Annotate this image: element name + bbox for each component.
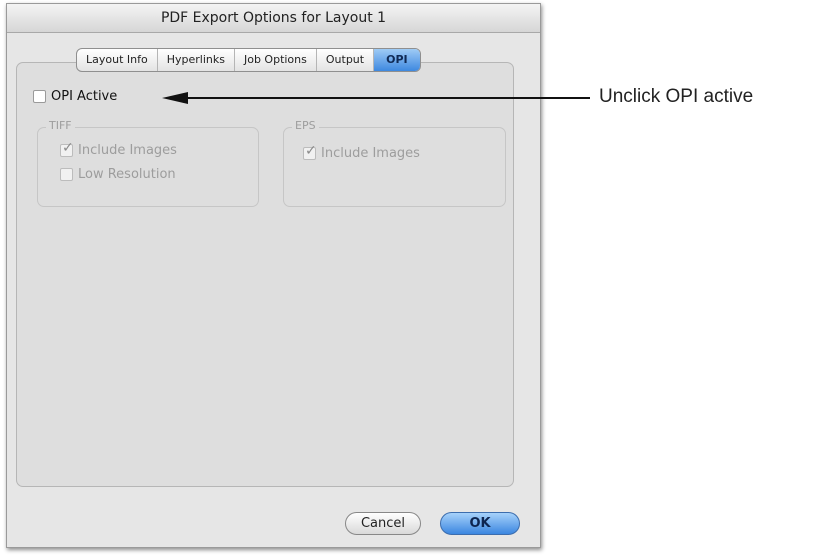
tab-job-options[interactable]: Job Options: [235, 49, 317, 71]
ok-button[interactable]: OK: [440, 512, 520, 535]
tiff-group-title: TIFF: [46, 119, 75, 132]
eps-include-images-option: ✓ Include Images: [303, 143, 420, 161]
annotation-arrow-icon: [162, 92, 590, 104]
dialog-title: PDF Export Options for Layout 1: [7, 4, 540, 33]
checkmark-icon: ✓: [62, 140, 74, 156]
eps-group: EPS: [283, 119, 506, 207]
tiff-low-resolution-checkbox: [60, 168, 73, 181]
opi-active-checkbox[interactable]: [33, 90, 46, 103]
opi-active-label[interactable]: OPI Active: [51, 89, 117, 104]
cancel-button[interactable]: Cancel: [345, 512, 421, 535]
tab-bar: Layout Info Hyperlinks Job Options Outpu…: [76, 48, 421, 72]
eps-group-title: EPS: [292, 119, 319, 132]
checkmark-icon: ✓: [305, 143, 317, 159]
tiff-include-images-checkbox: ✓: [60, 140, 74, 157]
tiff-low-resolution-label: Low Resolution: [78, 167, 176, 182]
tab-hyperlinks[interactable]: Hyperlinks: [158, 49, 235, 71]
tab-layout-info[interactable]: Layout Info: [77, 49, 158, 71]
tab-opi[interactable]: OPI: [374, 49, 420, 71]
eps-include-images-checkbox: ✓: [303, 143, 317, 160]
tiff-low-resolution-option: Low Resolution: [60, 167, 176, 182]
tab-content-panel: [16, 62, 514, 487]
eps-include-images-label: Include Images: [321, 146, 420, 161]
opi-active-option[interactable]: OPI Active: [33, 89, 117, 104]
annotation-callout: Unclick OPI active: [599, 86, 754, 107]
tiff-include-images-option: ✓ Include Images: [60, 140, 177, 158]
tab-output[interactable]: Output: [317, 49, 375, 71]
tiff-include-images-label: Include Images: [78, 143, 177, 158]
